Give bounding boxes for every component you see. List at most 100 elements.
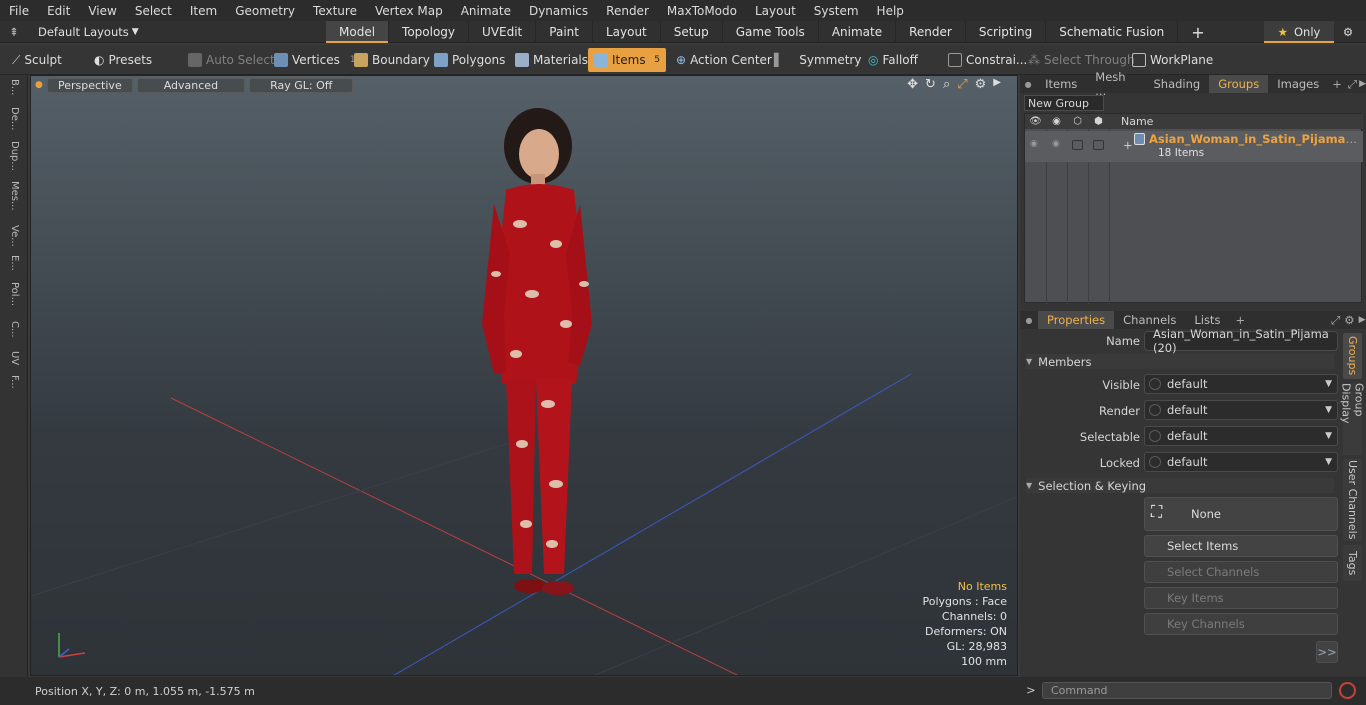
left-tab-f[interactable]: F... (4, 375, 20, 389)
tab-uvedit[interactable]: UVEdit (469, 21, 537, 43)
command-input[interactable]: Command (1042, 682, 1332, 699)
viewport-gear-icon[interactable]: ⚙ (975, 77, 987, 92)
menu-layout[interactable]: Layout (746, 4, 805, 18)
row-visible-icon[interactable]: ◉ (1030, 139, 1038, 149)
group-row[interactable]: ◉ ◉ + Asian_Woman_in_Satin_Pijama … 18 I… (1025, 131, 1363, 162)
selectable-dropdown[interactable]: default ▼ (1144, 426, 1338, 446)
3d-viewport[interactable]: ● Perspective Advanced Ray GL: Off ✥ ↻ ⌕… (30, 75, 1018, 676)
left-tab-mes[interactable]: Mes... (4, 181, 20, 211)
tab-groups[interactable]: Groups (1209, 75, 1269, 93)
row-render-icon[interactable]: ◉ (1052, 139, 1060, 149)
add-tab-icon[interactable]: + (1328, 77, 1346, 91)
tab-setup[interactable]: Setup (661, 21, 723, 43)
lock-icon[interactable]: ⬢ (1088, 116, 1109, 127)
menu-select[interactable]: Select (126, 4, 181, 18)
left-tab-c[interactable]: C... (4, 321, 20, 338)
symmetry-button[interactable]: ▌ Symmetry (768, 48, 867, 72)
left-tab-ve[interactable]: Ve... (4, 225, 20, 247)
left-tab-b[interactable]: B... (4, 79, 20, 95)
tab-model[interactable]: Model (326, 21, 390, 43)
left-tab-dup[interactable]: Dup... (4, 141, 20, 171)
move-view-icon[interactable]: ✥ (907, 77, 918, 92)
presets-button[interactable]: ◐ Presets (88, 48, 158, 72)
props-menu-icon[interactable]: ● (1020, 316, 1038, 325)
gear-icon[interactable]: ⚙ (1338, 23, 1358, 41)
tab-scripting[interactable]: Scripting (966, 21, 1047, 43)
left-tab-uv[interactable]: UV (4, 351, 20, 365)
maximize-view-icon[interactable]: ⤢ (957, 77, 967, 92)
expand-arrow-icon[interactable]: ▶ (1359, 79, 1366, 89)
auto-select-button[interactable]: Auto Select (182, 48, 281, 72)
side-tab-user-channels[interactable]: User Channels (1343, 459, 1362, 541)
menu-geometry[interactable]: Geometry (226, 4, 304, 18)
left-tab-pol[interactable]: Pol... (4, 282, 20, 306)
key-channels-button[interactable]: Key Channels (1144, 613, 1338, 635)
row-select-box[interactable] (1072, 140, 1083, 150)
expand-plus-icon[interactable]: + (1123, 138, 1133, 152)
tab-render[interactable]: Render (896, 21, 966, 43)
menu-dynamics[interactable]: Dynamics (520, 4, 597, 18)
props-arrow-icon[interactable]: ▶ (1359, 315, 1366, 325)
tab-paint[interactable]: Paint (536, 21, 593, 43)
menu-file[interactable]: File (0, 4, 38, 18)
menu-help[interactable]: Help (868, 4, 913, 18)
menu-item[interactable]: Item (181, 4, 226, 18)
select-items-button[interactable]: Select Items (1144, 535, 1338, 557)
tab-mesh[interactable]: Mesh ... (1086, 70, 1144, 98)
items-button[interactable]: Items 5 (588, 48, 666, 72)
row-lock-box[interactable] (1093, 140, 1104, 150)
render-icon[interactable]: ◉ (1046, 116, 1067, 127)
side-tab-groups[interactable]: Groups (1343, 333, 1362, 379)
perspective-button[interactable]: Perspective (47, 77, 133, 93)
menu-system[interactable]: System (805, 4, 868, 18)
menu-vertex-map[interactable]: Vertex Map (366, 4, 452, 18)
only-toggle[interactable]: ★ Only (1264, 21, 1334, 43)
side-tab-group-display[interactable]: Group Display (1340, 383, 1366, 455)
layouts-dropdown[interactable]: ⇞ Default Layouts ▼ (0, 21, 139, 43)
zoom-view-icon[interactable]: ⌕ (943, 77, 950, 92)
render-dropdown[interactable]: default ▼ (1144, 400, 1338, 420)
menu-render[interactable]: Render (597, 4, 658, 18)
name-column-header[interactable]: Name (1109, 115, 1153, 128)
add-props-tab-icon[interactable]: + (1229, 313, 1251, 327)
new-group-button[interactable]: New Group (1024, 95, 1104, 111)
menu-animate[interactable]: Animate (452, 4, 520, 18)
selection-keying-section[interactable]: ▼ Selection & Keying (1026, 478, 1334, 493)
select-through-button[interactable]: ⁂ Select Through (1022, 48, 1141, 72)
advanced-button[interactable]: Advanced (136, 77, 246, 93)
boundary-button[interactable]: Boundary (348, 48, 436, 72)
record-icon[interactable] (1339, 682, 1356, 699)
visible-dropdown[interactable]: default ▼ (1144, 374, 1338, 394)
panel-menu-icon[interactable]: ● (1020, 80, 1036, 89)
tab-game-tools[interactable]: Game Tools (723, 21, 819, 43)
select-icon[interactable]: ⬡ (1067, 116, 1088, 127)
falloff-button[interactable]: ◎ Falloff (862, 48, 924, 72)
raygl-button[interactable]: Ray GL: Off (249, 77, 354, 93)
rotate-view-icon[interactable]: ↻ (925, 77, 936, 92)
menu-texture[interactable]: Texture (304, 4, 366, 18)
props-expand-icon[interactable]: ⤢ (1331, 313, 1340, 328)
locked-dropdown[interactable]: default ▼ (1144, 452, 1338, 472)
side-tab-tags[interactable]: Tags (1343, 545, 1362, 581)
viewport-menu-icon[interactable]: ● (35, 80, 43, 90)
tab-shading[interactable]: Shading (1144, 75, 1209, 93)
tab-items[interactable]: Items (1036, 75, 1086, 93)
tab-animate[interactable]: Animate (819, 21, 897, 43)
viewport-expand-icon[interactable]: ▶ (993, 77, 1001, 92)
none-button[interactable]: ⛶ None (1144, 497, 1338, 531)
materials-button[interactable]: Materials (509, 48, 594, 72)
tab-images[interactable]: Images (1268, 75, 1328, 93)
polygons-button[interactable]: Polygons (428, 48, 511, 72)
tab-schematic-fusion[interactable]: Schematic Fusion (1046, 21, 1179, 43)
menu-edit[interactable]: Edit (38, 4, 79, 18)
tab-properties[interactable]: Properties (1038, 311, 1115, 329)
constraints-button[interactable]: Constrai... (942, 48, 1033, 72)
menu-maxtomodo[interactable]: MaxToModo (658, 4, 746, 18)
expand-icon[interactable]: ⤢ (1346, 77, 1359, 92)
add-tab-icon[interactable]: + (1178, 21, 1217, 43)
select-channels-button[interactable]: Select Channels (1144, 561, 1338, 583)
props-gear-icon[interactable]: ⚙ (1340, 313, 1358, 327)
sculpt-button[interactable]: ⟋ Sculpt (6, 48, 68, 72)
tab-topology[interactable]: Topology (389, 21, 470, 43)
tab-layout[interactable]: Layout (593, 21, 661, 43)
